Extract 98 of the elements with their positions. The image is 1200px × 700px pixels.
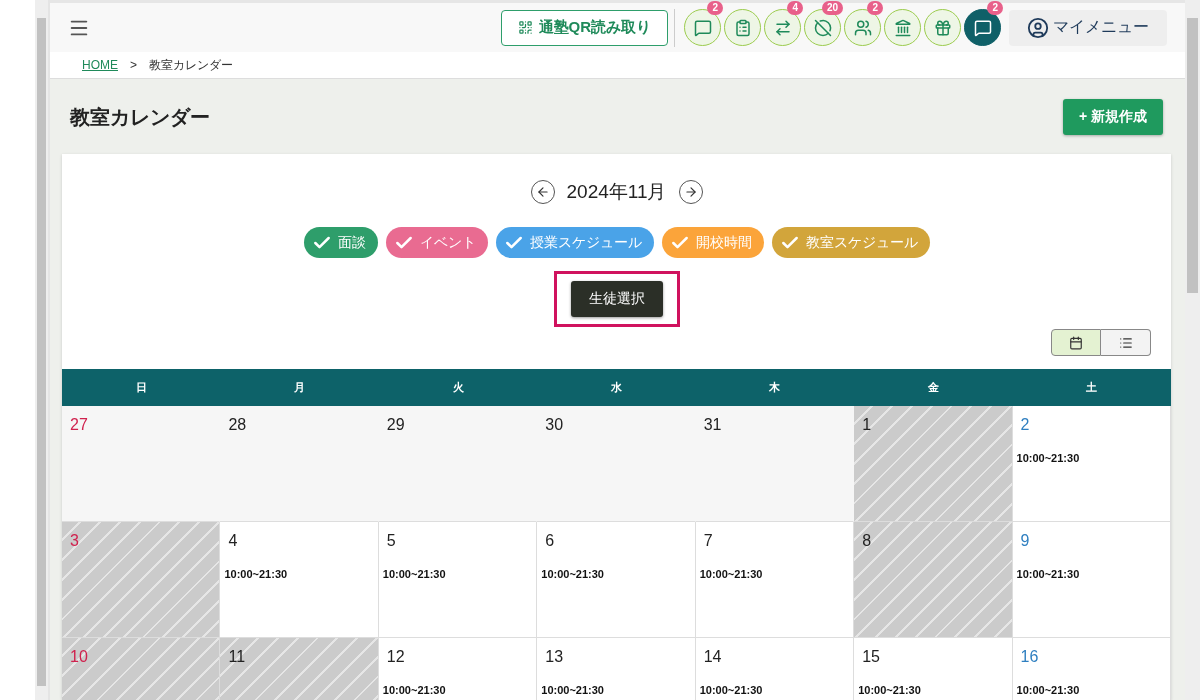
day-number: 2 xyxy=(1020,416,1031,434)
calendar-day-cell[interactable]: 2 10:00~21:30 xyxy=(1012,406,1171,522)
right-arrow-icon xyxy=(683,185,698,199)
day-number: 3 xyxy=(70,532,80,550)
day-number: 30 xyxy=(545,416,565,434)
calendar-day-cell[interactable]: 12 10:00~21:30 xyxy=(378,638,538,700)
opening-hours: 10:00~21:30 xyxy=(699,568,764,580)
notification-badge: 4 xyxy=(787,1,803,15)
chat-icon xyxy=(693,18,712,37)
day-number: 27 xyxy=(70,416,89,434)
calendar-day-cell[interactable]: 5 10:00~21:30 xyxy=(378,522,538,638)
calendar-day-cell[interactable]: 1 xyxy=(854,406,1013,522)
school-icon xyxy=(893,18,912,37)
opening-hours: 10:00~21:30 xyxy=(858,684,922,696)
calendar-day-cell[interactable]: 6 10:00~21:30 xyxy=(537,522,696,638)
day-number: 16 xyxy=(1020,648,1040,666)
new-button[interactable]: + 新規作成 xyxy=(1062,99,1163,135)
calendar-day-cell[interactable]: 30 xyxy=(537,406,696,522)
calendar-day-cell[interactable]: 28 xyxy=(220,406,379,522)
user-icon xyxy=(1027,16,1049,39)
round-icon-button[interactable] xyxy=(724,9,761,46)
round-icon-button[interactable] xyxy=(804,9,841,46)
group-icon xyxy=(853,18,872,37)
round-icon-button[interactable] xyxy=(844,9,881,46)
calendar-view-button[interactable] xyxy=(1051,329,1101,356)
opening-hours: 10:00~21:30 xyxy=(1016,684,1081,696)
blocked-icon xyxy=(813,18,832,37)
next-month-button[interactable] xyxy=(678,180,703,204)
calendar-day-cell[interactable]: 14 10:00~21:30 xyxy=(695,638,855,700)
notification-badge: 2 xyxy=(867,1,883,15)
breadcrumb-separator: > xyxy=(130,58,137,72)
calendar-day-cell[interactable]: 9 10:00~21:30 xyxy=(1012,522,1171,638)
day-number: 29 xyxy=(386,416,406,434)
notification-badge: 20 xyxy=(821,1,843,15)
calendar-day-cell[interactable]: 31 xyxy=(695,406,855,522)
calendar-day-cell[interactable]: 27 xyxy=(62,406,221,522)
day-number: 28 xyxy=(228,416,248,434)
weekday-label: 水 xyxy=(610,380,623,395)
day-number: 31 xyxy=(703,416,723,434)
calendar-day-cell[interactable]: 4 10:00~21:30 xyxy=(220,522,379,638)
day-number: 12 xyxy=(386,648,406,666)
list-icon xyxy=(1118,335,1133,350)
notification-badge: 2 xyxy=(987,1,1003,15)
breadcrumb-link[interactable]: HOME xyxy=(82,58,118,72)
day-number: 1 xyxy=(862,416,873,434)
checklist-icon xyxy=(733,18,752,37)
day-number: 7 xyxy=(703,532,714,550)
day-number: 5 xyxy=(386,532,397,550)
round-icon-button[interactable] xyxy=(924,9,961,46)
opening-hours: 10:00~21:30 xyxy=(382,568,447,580)
opening-hours: 10:00~21:30 xyxy=(1016,452,1081,464)
day-number: 15 xyxy=(862,648,881,666)
day-number: 10 xyxy=(70,648,89,666)
weekday-label: 木 xyxy=(768,380,782,395)
left-arrow-icon xyxy=(535,185,550,199)
weekday-label: 金 xyxy=(926,380,940,395)
previous-month-button[interactable] xyxy=(530,180,555,204)
list-view-button[interactable] xyxy=(1101,329,1151,356)
day-number: 6 xyxy=(545,532,556,550)
weekday-label: 火 xyxy=(451,380,465,395)
day-number: 13 xyxy=(545,648,565,666)
opening-hours: 10:00~21:30 xyxy=(699,684,764,696)
weekday-label: 土 xyxy=(1085,380,1099,395)
day-number: 4 xyxy=(228,532,239,550)
day-number: 8 xyxy=(862,532,873,550)
round-icon-button[interactable] xyxy=(684,9,721,46)
day-number: 14 xyxy=(703,648,723,666)
opening-hours: 10:00~21:30 xyxy=(541,568,605,580)
calendar-day-cell[interactable]: 7 10:00~21:30 xyxy=(695,522,855,638)
student-select-button[interactable]: 生徒選択 xyxy=(570,281,663,317)
gift-icon xyxy=(933,18,952,37)
day-number: 11 xyxy=(228,648,247,666)
calendar-day-cell[interactable]: 15 10:00~21:30 xyxy=(854,638,1013,700)
notification-badge: 2 xyxy=(707,1,723,15)
breadcrumb-current: 教室カレンダー xyxy=(149,56,233,74)
round-icon-button[interactable] xyxy=(884,9,921,46)
day-number: 9 xyxy=(1020,532,1031,550)
weekday-label: 月 xyxy=(293,380,307,395)
transfer-icon xyxy=(773,18,792,37)
weekday-label: 日 xyxy=(134,380,148,395)
my-menu-button[interactable]: マイメニュー xyxy=(1009,9,1167,46)
qr-scan-button[interactable]: 通塾QR読み取り xyxy=(500,9,668,46)
round-icon-button[interactable] xyxy=(764,9,801,46)
calendar-day-cell[interactable]: 11 xyxy=(220,638,379,700)
calendar-day-cell[interactable]: 8 xyxy=(854,522,1013,638)
chat-icon xyxy=(973,18,992,37)
opening-hours: 10:00~21:30 xyxy=(541,684,605,696)
opening-hours: 10:00~21:30 xyxy=(224,568,289,580)
opening-hours: 10:00~21:30 xyxy=(382,684,447,696)
month-title: 2024年11月 xyxy=(566,180,667,204)
calendar-day-cell[interactable]: 29 xyxy=(378,406,538,522)
calendar-day-cell[interactable]: 16 10:00~21:30 xyxy=(1012,638,1171,700)
calendar-icon xyxy=(1069,335,1083,350)
round-icon-button[interactable] xyxy=(964,9,1001,46)
qr-code-icon xyxy=(517,20,533,35)
opening-hours: 10:00~21:30 xyxy=(1016,568,1081,580)
calendar-day-cell[interactable]: 13 10:00~21:30 xyxy=(537,638,696,700)
page-title: 教室カレンダー xyxy=(70,104,210,130)
